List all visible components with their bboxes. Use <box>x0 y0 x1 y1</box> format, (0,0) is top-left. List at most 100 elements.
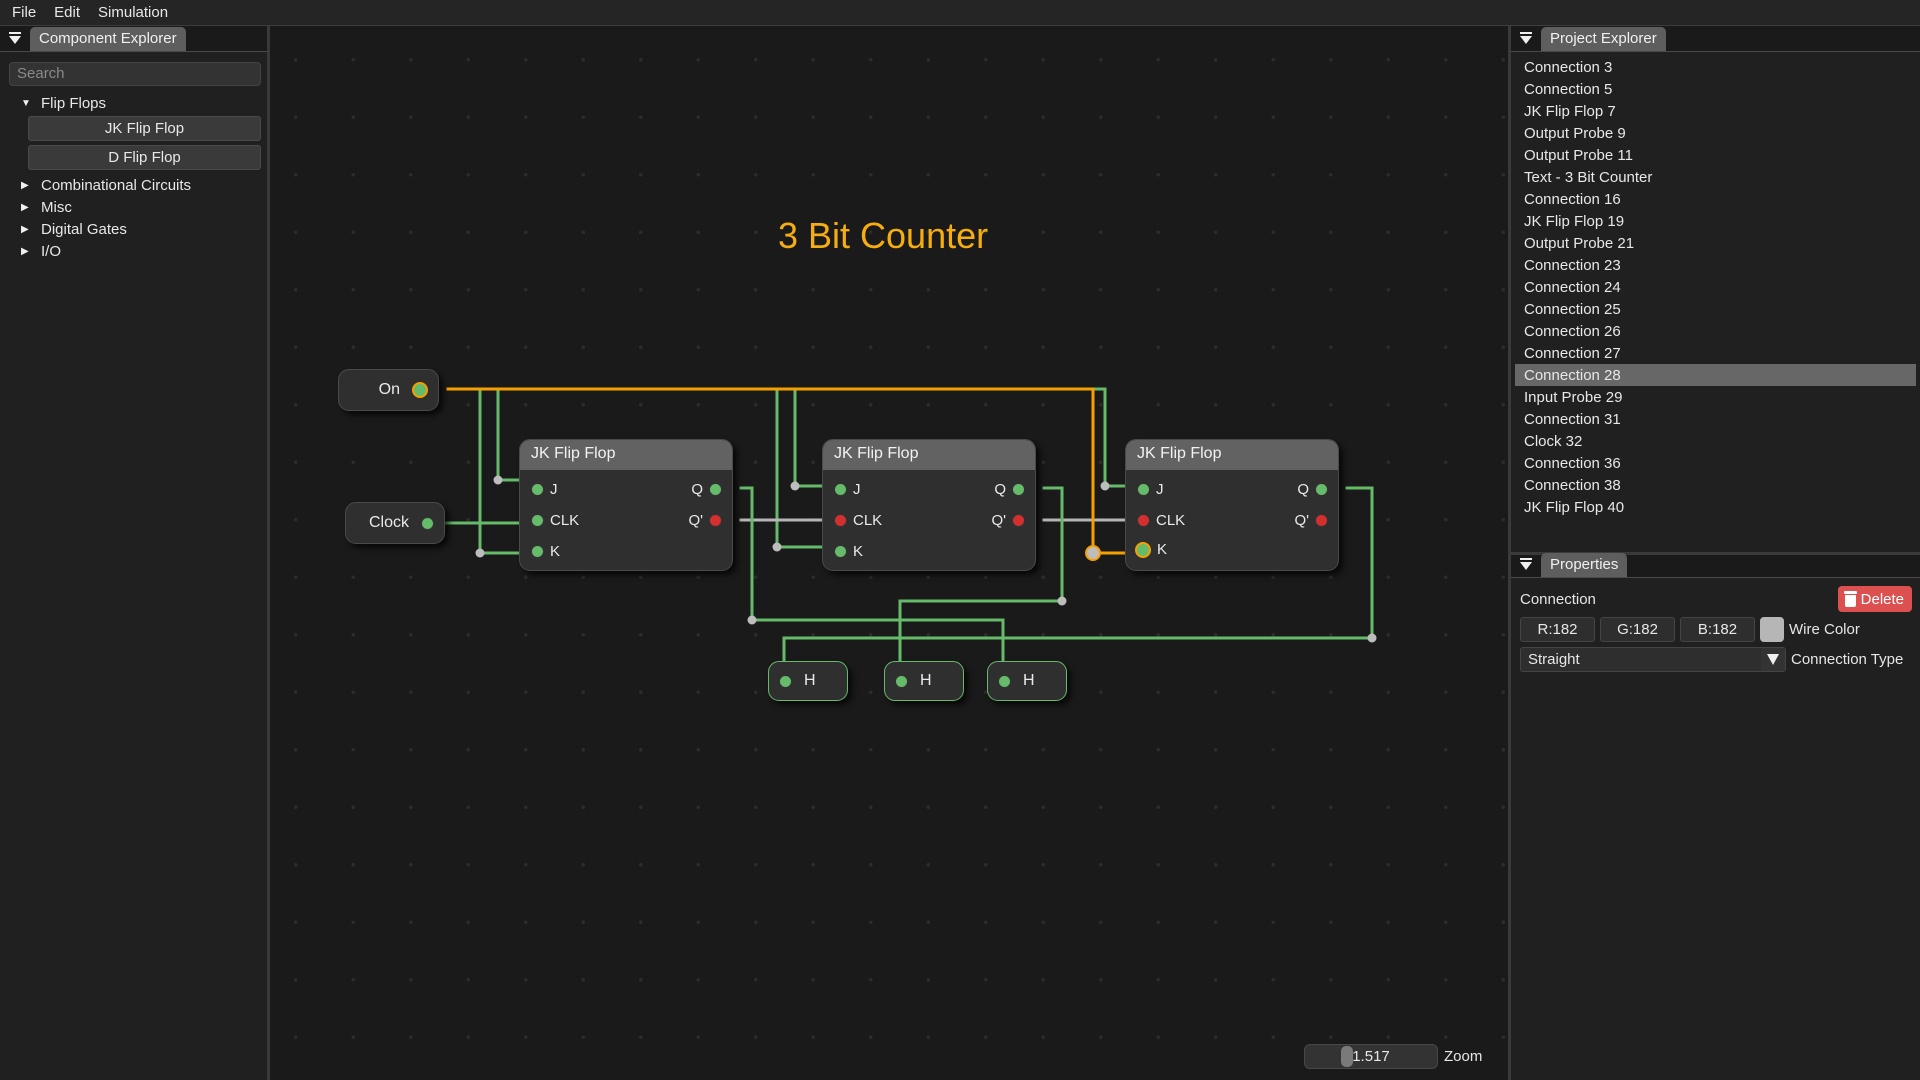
component-explorer-tab[interactable]: Component Explorer <box>30 27 186 51</box>
output-port[interactable] <box>709 514 722 527</box>
project-explorer-tab[interactable]: Project Explorer <box>1541 27 1666 51</box>
pin-qn: Q' <box>688 512 722 529</box>
project-list-item[interactable]: Connection 23 <box>1515 254 1916 276</box>
project-list-item[interactable]: Connection 25 <box>1515 298 1916 320</box>
pin-label: CLK <box>853 512 883 529</box>
output-probe-1[interactable]: H <box>768 661 848 701</box>
output-probe-2[interactable]: H <box>884 661 964 701</box>
output-port[interactable] <box>1315 514 1328 527</box>
pin-label: J <box>853 481 861 498</box>
wire-color-label: Wire Color <box>1789 620 1860 638</box>
project-list-item[interactable]: JK Flip Flop 7 <box>1515 100 1916 122</box>
output-port[interactable] <box>1012 483 1025 496</box>
menu-edit[interactable]: Edit <box>54 4 90 21</box>
input-probe-on[interactable]: On <box>338 369 439 411</box>
zoom-slider-handle[interactable] <box>1341 1046 1353 1067</box>
pin-q: Q <box>1297 481 1328 498</box>
project-list-item[interactable]: JK Flip Flop 19 <box>1515 210 1916 232</box>
output-port[interactable] <box>412 382 428 398</box>
project-list-item[interactable]: Output Probe 11 <box>1515 144 1916 166</box>
project-list-item[interactable]: Connection 3 <box>1515 56 1916 78</box>
jk-flip-flop-2[interactable]: JK Flip Flop J CLK K Q Q' <box>822 439 1036 571</box>
pin-label: Q <box>994 481 1006 498</box>
project-list-item[interactable]: Connection 31 <box>1515 408 1916 430</box>
input-port[interactable] <box>834 545 847 558</box>
clock-node[interactable]: Clock <box>345 502 445 544</box>
tree-label: Misc <box>41 198 72 216</box>
node-title: JK Flip Flop <box>1126 440 1338 470</box>
wire-color-swatch[interactable] <box>1760 616 1784 642</box>
collapse-icon <box>1520 32 1532 44</box>
pin-label: Q' <box>991 512 1006 529</box>
project-list-item[interactable]: Connection 24 <box>1515 276 1916 298</box>
project-list-item[interactable]: Text - 3 Bit Counter <box>1515 166 1916 188</box>
input-port[interactable] <box>834 514 847 527</box>
tree-flip-flops[interactable]: ▼ Flip Flops <box>0 92 267 114</box>
properties-tab[interactable]: Properties <box>1541 553 1628 577</box>
pin-label: K <box>1157 541 1168 558</box>
output-port[interactable] <box>421 516 434 530</box>
pin-j: J <box>531 481 558 498</box>
output-port[interactable] <box>1315 483 1328 496</box>
input-port[interactable] <box>531 514 544 527</box>
input-port[interactable] <box>1135 541 1151 558</box>
input-port[interactable] <box>1137 514 1150 527</box>
input-port[interactable] <box>1137 483 1150 496</box>
blue-field[interactable]: B:182 <box>1680 616 1755 642</box>
connection-type-label: Connection Type <box>1791 651 1904 668</box>
pin-label: J <box>1156 481 1164 498</box>
output-probe-3[interactable]: H <box>987 661 1067 701</box>
collapsed-arrow-icon: ▶ <box>21 223 29 235</box>
collapsed-arrow-icon: ▶ <box>21 201 29 213</box>
tree-label: I/O <box>41 242 62 260</box>
search-input[interactable]: Search <box>9 62 261 86</box>
input-port[interactable] <box>531 483 544 496</box>
pin-label: Q <box>691 481 703 498</box>
pin-clk: CLK <box>531 512 579 529</box>
connection-type-select[interactable]: Straight <box>1520 647 1786 672</box>
jk-flip-flop-3[interactable]: JK Flip Flop J CLK K Q Q' <box>1125 439 1339 571</box>
input-port[interactable] <box>834 483 847 496</box>
project-list-item[interactable]: Connection 16 <box>1515 188 1916 210</box>
component-explorer-header: Component Explorer <box>0 26 267 52</box>
canvas-title-text[interactable]: 3 Bit Counter <box>778 215 988 257</box>
menu-simulation[interactable]: Simulation <box>98 4 178 21</box>
tree-combinational-circuits[interactable]: ▶ Combinational Circuits <box>0 174 267 196</box>
add-jk-flip-flop-button[interactable]: JK Flip Flop <box>28 116 261 141</box>
project-list-item[interactable]: Connection 26 <box>1515 320 1916 342</box>
project-list-item[interactable]: Connection 5 <box>1515 78 1916 100</box>
menu-file[interactable]: File <box>12 4 46 21</box>
zoom-control: 1.517 Zoom <box>1304 1044 1482 1069</box>
project-list-item[interactable]: Input Probe 29 <box>1515 386 1916 408</box>
tree-io[interactable]: ▶ I/O <box>0 240 267 262</box>
add-d-flip-flop-button[interactable]: D Flip Flop <box>28 145 261 170</box>
collapse-button[interactable] <box>1511 25 1541 51</box>
green-field[interactable]: G:182 <box>1600 616 1675 642</box>
output-port[interactable] <box>709 483 722 496</box>
tree-digital-gates[interactable]: ▶ Digital Gates <box>0 218 267 240</box>
collapse-button[interactable] <box>0 25 30 51</box>
input-port[interactable] <box>531 545 544 558</box>
collapse-button[interactable] <box>1511 551 1541 577</box>
object-type-label: Connection <box>1520 590 1596 608</box>
tree-misc[interactable]: ▶ Misc <box>0 196 267 218</box>
project-list-item[interactable]: Clock 32 <box>1515 430 1916 452</box>
delete-button[interactable]: Delete <box>1837 586 1912 612</box>
collapse-icon <box>9 32 21 44</box>
collapsed-arrow-icon: ▶ <box>21 245 29 257</box>
project-list-item[interactable]: Connection 36 <box>1515 452 1916 474</box>
project-list-item[interactable]: Connection 27 <box>1515 342 1916 364</box>
zoom-slider[interactable]: 1.517 <box>1304 1044 1438 1069</box>
connection-type-value: Straight <box>1528 651 1580 668</box>
red-field[interactable]: R:182 <box>1520 616 1595 642</box>
project-list-item[interactable]: JK Flip Flop 40 <box>1515 496 1916 518</box>
jk-flip-flop-1[interactable]: JK Flip Flop J CLK K Q Q' <box>519 439 733 571</box>
project-explorer-header: Project Explorer <box>1511 26 1920 52</box>
pin-k: K <box>834 543 863 560</box>
clock-label: Clock <box>368 514 409 531</box>
project-list-item[interactable]: Connection 28 <box>1515 364 1916 386</box>
project-list-item[interactable]: Connection 38 <box>1515 474 1916 496</box>
output-port[interactable] <box>1012 514 1025 527</box>
project-list-item[interactable]: Output Probe 21 <box>1515 232 1916 254</box>
project-list-item[interactable]: Output Probe 9 <box>1515 122 1916 144</box>
